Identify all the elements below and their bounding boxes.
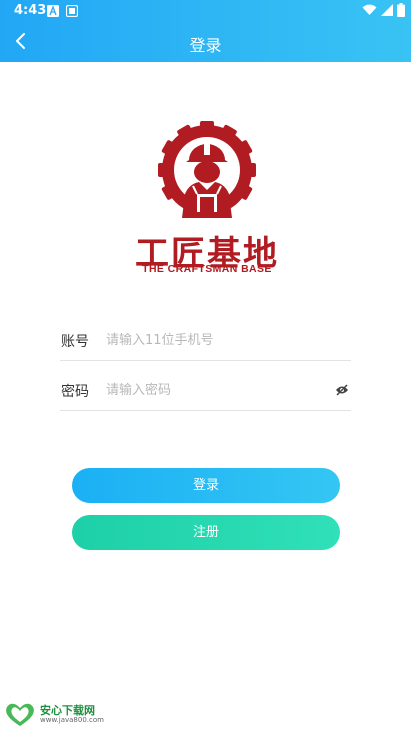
account-label: 账号: [61, 334, 89, 350]
account-field: 账号: [60, 321, 351, 361]
password-field: 密码: [60, 371, 351, 411]
password-input[interactable]: [106, 377, 326, 403]
register-button[interactable]: 注册: [72, 515, 340, 550]
header: 4:43 登录: [0, 0, 411, 62]
login-button[interactable]: 登录: [72, 468, 340, 503]
status-icons: [362, 3, 405, 17]
heart-leaf-icon: [6, 703, 34, 726]
status-bar: 4:43: [0, 0, 411, 22]
watermark: 安心下载网 www.java800.com: [3, 700, 113, 728]
battery-icon: [397, 3, 405, 17]
brand-name-en: THE CRAFTSMAN BASE: [142, 263, 272, 275]
account-input[interactable]: [106, 327, 326, 353]
wifi-icon: [362, 4, 377, 16]
notification-a-icon: [47, 5, 59, 17]
page-title: 登录: [189, 36, 222, 55]
notification-image-icon: [66, 5, 78, 17]
watermark-url: www.java800.com: [40, 716, 104, 724]
password-label: 密码: [61, 384, 89, 400]
status-time: 4:43: [14, 3, 47, 18]
eye-off-icon[interactable]: [335, 384, 349, 396]
signal-icon: [381, 4, 393, 16]
